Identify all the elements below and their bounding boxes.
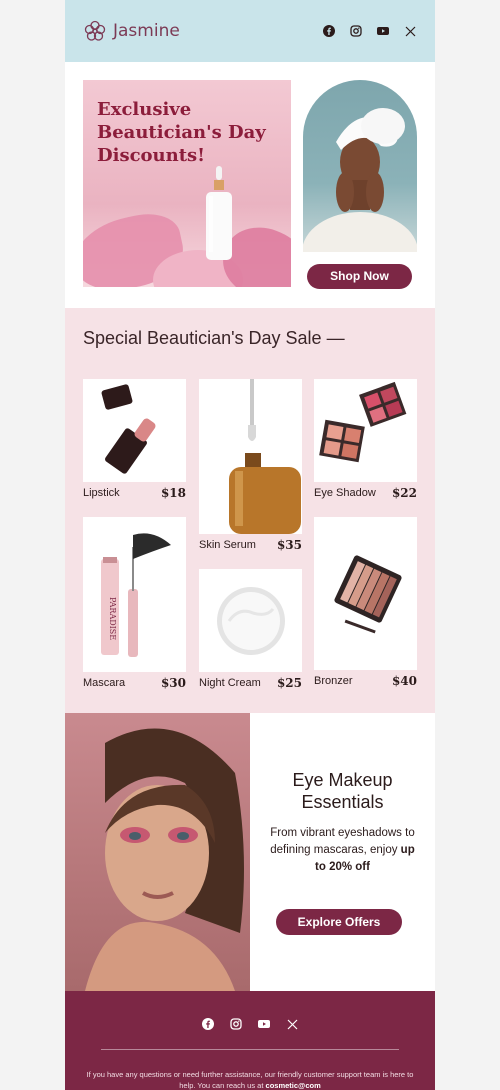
serum-bottle-image [206, 166, 232, 260]
product-name: Mascara [83, 677, 126, 689]
product-price: $35 [276, 538, 302, 552]
hero-banner: Exclusive Beautician's Day Discounts! [83, 80, 291, 287]
header-socials [322, 24, 417, 38]
instagram-icon[interactable] [349, 24, 363, 38]
product-name: Night Cream [199, 677, 261, 689]
hero-title-line: Discounts! [97, 145, 206, 166]
eye-makeup-text: From vibrant eyeshadows to defining masc… [270, 827, 415, 856]
eye-makeup-title: Eye Makeup Essentials [250, 769, 435, 813]
product-name: Lipstick [83, 487, 120, 499]
brand[interactable]: Jasmine [83, 19, 180, 43]
product-price: $22 [391, 486, 417, 500]
hero-title-line: Exclusive [97, 99, 192, 120]
eye-makeup-description: From vibrant eyeshadows to defining masc… [265, 825, 420, 876]
product-name: Bronzer [314, 675, 353, 687]
hero-title: Exclusive Beautician's Day Discounts! [97, 98, 266, 167]
facebook-icon[interactable] [201, 1017, 215, 1031]
mascara-image[interactable]: PARADISE [83, 517, 186, 672]
footer-socials [65, 1017, 435, 1031]
skin-serum-image[interactable] [199, 379, 302, 534]
footer-divider [101, 1049, 399, 1050]
support-email-link[interactable]: cosmetic@com [266, 1081, 321, 1090]
model-eye-makeup-photo [65, 713, 250, 991]
shop-now-button[interactable]: Shop Now [307, 264, 412, 289]
youtube-icon[interactable] [376, 24, 390, 38]
brand-name: Jasmine [113, 21, 180, 41]
eye-makeup-section: Eye Makeup Essentials From vibrant eyesh… [65, 713, 435, 991]
product-price: $25 [276, 676, 302, 690]
svg-text:PARADISE: PARADISE [108, 597, 117, 640]
product-price: $18 [160, 486, 186, 500]
email-container: Jasmine Exclusive Beautician's Day Disco… [65, 0, 435, 1090]
hero-title-line: Beautician's Day [97, 122, 266, 143]
instagram-icon[interactable] [229, 1017, 243, 1031]
eye-makeup-title-line: Essentials [301, 792, 384, 812]
product-name: Eye Shadow [314, 487, 376, 499]
sale-title: Special Beautician's Day Sale — [83, 328, 345, 348]
eye-shadow-image[interactable] [314, 379, 417, 482]
hero-section: Exclusive Beautician's Day Discounts! Sh… [65, 62, 435, 308]
footer-note-text: If you have any questions or need furthe… [86, 1070, 414, 1090]
night-cream-image[interactable] [199, 569, 302, 672]
eye-makeup-title-line: Eye Makeup [292, 770, 393, 790]
facebook-icon[interactable] [322, 24, 336, 38]
flower-logo-icon [84, 20, 106, 41]
x-icon[interactable] [285, 1017, 299, 1031]
header: Jasmine [65, 0, 435, 62]
model-photo [303, 80, 417, 252]
sale-section: Special Beautician's Day Sale — Lipstick… [65, 308, 435, 713]
bronzer-image[interactable] [314, 517, 417, 670]
product-price: $40 [391, 674, 417, 688]
youtube-icon[interactable] [257, 1017, 271, 1031]
explore-offers-button[interactable]: Explore Offers [276, 909, 402, 935]
lipstick-image[interactable] [83, 379, 186, 482]
footer: If you have any questions or need furthe… [65, 991, 435, 1090]
footer-note: If you have any questions or need furthe… [85, 1069, 415, 1090]
product-price: $30 [160, 676, 186, 690]
product-name: Skin Serum [199, 539, 256, 551]
x-icon[interactable] [403, 24, 417, 38]
